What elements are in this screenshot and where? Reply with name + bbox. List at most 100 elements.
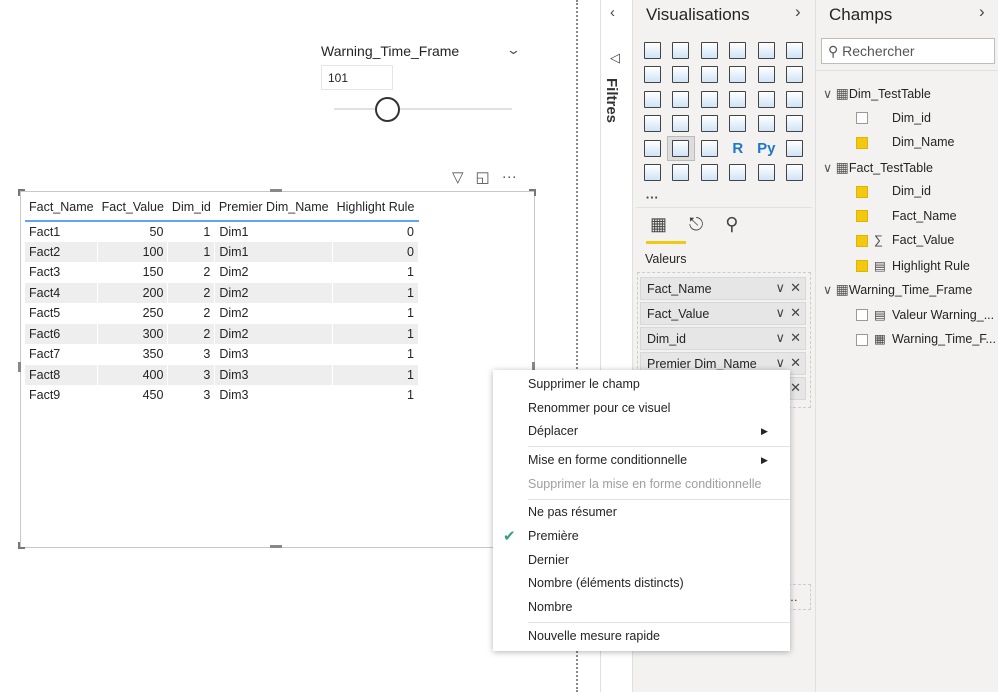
more-options-icon[interactable]: ··· <box>502 168 517 186</box>
column-header[interactable]: Dim_id <box>167 194 215 222</box>
multi-row-card-visual-icon[interactable] <box>752 112 781 137</box>
decomposition-tree-visual-icon[interactable] <box>638 161 667 186</box>
100-bar-visual-icon[interactable] <box>752 38 781 63</box>
analytics-magnifier-icon[interactable]: ⚲ <box>725 214 738 235</box>
line-column-visual-icon[interactable] <box>724 63 753 88</box>
format-paint-roller-icon[interactable]: ⎋ <box>689 214 703 235</box>
funnel-visual-icon[interactable] <box>667 87 696 112</box>
field-item[interactable]: Dim_id <box>856 111 996 125</box>
100-column-visual-icon[interactable] <box>781 38 810 63</box>
field-checkbox[interactable] <box>856 210 868 223</box>
filters-label[interactable]: Filtres <box>603 78 620 123</box>
field-item[interactable]: ∑ Fact_Value <box>856 233 996 247</box>
treemap-visual-icon[interactable] <box>781 87 810 112</box>
field-well-item[interactable]: Fact_Value ∨ ✕ <box>640 302 806 325</box>
menu-item[interactable]: Nouvelle mesure rapide <box>528 629 660 643</box>
chevron-down-icon[interactable]: ∨ <box>823 87 836 101</box>
collapse-left-icon[interactable]: ‹ <box>610 4 615 21</box>
r-visual-icon[interactable]: R <box>724 136 753 161</box>
remove-icon[interactable]: ✕ <box>790 355 801 371</box>
chevron-down-icon[interactable]: ∨ <box>775 355 785 371</box>
kpi-visual-icon[interactable] <box>781 112 810 137</box>
menu-item[interactable]: Supprimer le champ <box>528 377 640 391</box>
power-apps-visual-icon[interactable] <box>752 161 781 186</box>
remove-icon[interactable]: ✕ <box>790 330 801 346</box>
resize-handle[interactable] <box>18 542 25 549</box>
power-automate-visual-icon[interactable] <box>781 161 810 186</box>
field-table[interactable]: ∨ ▦Fact_TestTable <box>823 159 933 176</box>
menu-item[interactable]: Mise en forme conditionnelle <box>528 453 687 467</box>
clustered-column-visual-icon[interactable] <box>724 38 753 63</box>
field-checkbox[interactable] <box>856 234 868 247</box>
fields-search-input[interactable]: ⚲ Rechercher <box>821 38 995 64</box>
resize-handle[interactable] <box>18 189 25 196</box>
more-visual-icon[interactable]: ··· <box>638 185 667 210</box>
menu-item[interactable]: Nombre (éléments distincts) <box>528 576 684 590</box>
clustered-bar-visual-icon[interactable] <box>695 38 724 63</box>
resize-handle[interactable] <box>529 189 536 196</box>
field-checkbox[interactable] <box>856 112 868 125</box>
py-visual-icon[interactable]: Py <box>752 136 781 161</box>
menu-item[interactable]: Renommer pour ce visuel <box>528 401 670 415</box>
chevron-down-icon[interactable]: ∨ <box>775 330 785 346</box>
filled-map-visual-icon[interactable] <box>667 112 696 137</box>
menu-item[interactable]: Dernier <box>528 553 569 567</box>
resize-handle[interactable] <box>270 189 282 192</box>
field-item[interactable]: ▦ Warning_Time_F... <box>856 331 996 346</box>
line-clustered-column-visual-icon[interactable] <box>752 63 781 88</box>
focus-mode-icon[interactable]: ◱ <box>476 168 490 186</box>
field-checkbox[interactable] <box>856 185 868 198</box>
resize-handle[interactable] <box>270 545 282 548</box>
menu-item[interactable]: Première <box>528 529 579 543</box>
pie-visual-icon[interactable] <box>724 87 753 112</box>
expand-right-icon[interactable]: › <box>979 2 985 22</box>
ribbon-visual-icon[interactable] <box>781 63 810 88</box>
field-table[interactable]: ∨ ▦Warning_Time_Frame <box>823 281 972 298</box>
scatter-visual-icon[interactable] <box>695 87 724 112</box>
line-visual-icon[interactable] <box>638 63 667 88</box>
stacked-area-visual-icon[interactable] <box>695 63 724 88</box>
menu-item[interactable]: Déplacer <box>528 424 578 438</box>
stacked-bar-visual-icon[interactable] <box>638 38 667 63</box>
table-visual-icon[interactable] <box>666 136 695 161</box>
smart-narrative-visual-icon[interactable] <box>724 161 753 186</box>
qa-visual-icon[interactable] <box>667 161 696 186</box>
key-influencers-visual-icon[interactable] <box>781 136 810 161</box>
slider-track[interactable] <box>334 108 512 110</box>
slicer-value-input[interactable]: 101 <box>321 65 393 90</box>
column-header[interactable]: Fact_Value <box>97 194 168 222</box>
resize-handle[interactable] <box>18 362 21 372</box>
field-checkbox[interactable] <box>856 136 868 149</box>
stacked-column-visual-icon[interactable] <box>667 38 696 63</box>
chevron-down-icon[interactable]: ∨ <box>775 280 785 296</box>
field-well-item[interactable]: Fact_Name ∨ ✕ <box>640 277 806 300</box>
field-checkbox[interactable] <box>856 309 868 322</box>
field-well-item[interactable]: Dim_id ∨ ✕ <box>640 327 806 350</box>
column-header[interactable]: Premier Dim_Name <box>214 194 333 222</box>
remove-icon[interactable]: ✕ <box>790 305 801 321</box>
menu-item[interactable]: Nombre <box>528 600 572 614</box>
field-table[interactable]: ∨ ▦Dim_TestTable <box>823 85 931 102</box>
gauge-visual-icon[interactable] <box>695 112 724 137</box>
chevron-down-icon[interactable]: ∨ <box>823 283 836 297</box>
column-header[interactable]: Highlight Rule <box>332 194 419 222</box>
menu-item[interactable]: Ne pas résumer <box>528 505 617 519</box>
map-visual-icon[interactable] <box>638 112 667 137</box>
remove-icon[interactable]: ✕ <box>790 380 801 396</box>
field-checkbox[interactable] <box>856 333 868 346</box>
matrix-visual-icon[interactable] <box>695 136 724 161</box>
chevron-down-icon[interactable]: ∨ <box>823 161 836 175</box>
chevron-down-icon[interactable]: ⌄ <box>506 42 521 58</box>
field-item[interactable]: Dim_Name <box>856 135 996 149</box>
expand-right-icon[interactable]: › <box>795 2 801 22</box>
field-item[interactable]: Fact_Name <box>856 209 996 223</box>
slicer-visual-icon[interactable] <box>638 136 667 161</box>
chevron-down-icon[interactable]: ∨ <box>775 305 785 321</box>
field-checkbox[interactable] <box>856 260 868 273</box>
column-header[interactable]: Fact_Name <box>25 194 98 222</box>
donut-visual-icon[interactable] <box>752 87 781 112</box>
waterfall-visual-icon[interactable] <box>638 87 667 112</box>
area-visual-icon[interactable] <box>667 63 696 88</box>
paginated-visual-icon[interactable] <box>695 161 724 186</box>
field-item[interactable]: ▤ Highlight Rule <box>856 258 996 273</box>
